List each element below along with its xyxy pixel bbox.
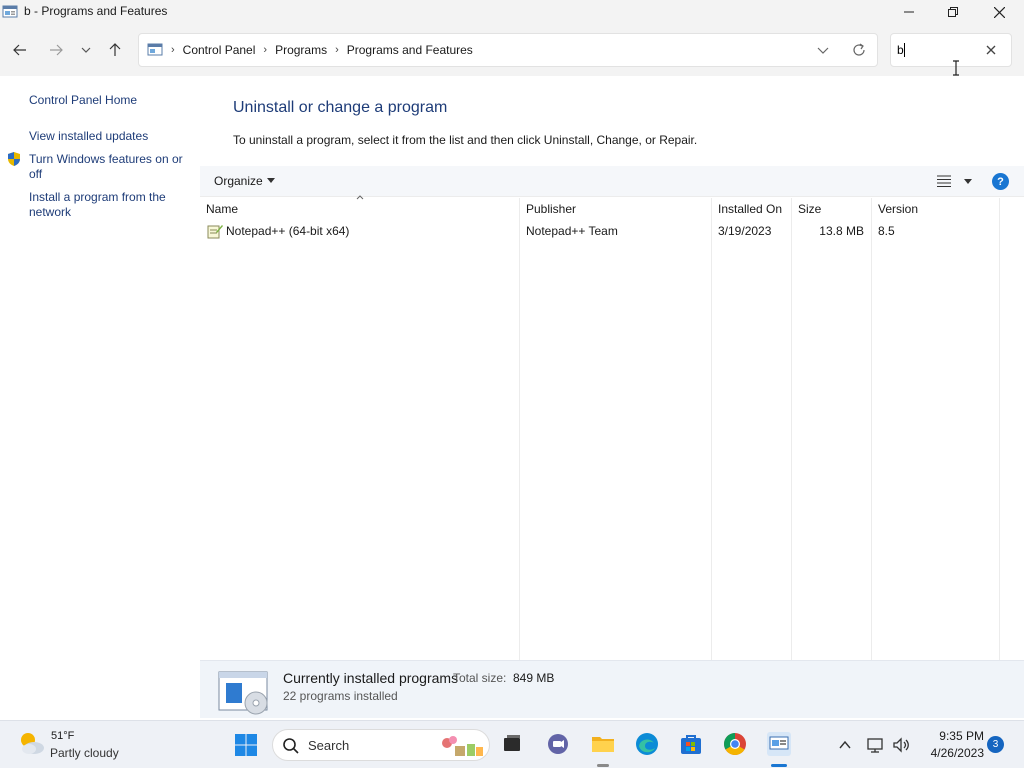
program-name: Notepad++ (64-bit x64) bbox=[226, 224, 350, 238]
search-icon bbox=[283, 738, 299, 754]
total-size-label: Total size: bbox=[453, 671, 507, 685]
close-button[interactable] bbox=[976, 0, 1022, 24]
chevron-up-icon[interactable] bbox=[835, 735, 855, 755]
taskbar-search[interactable]: Search bbox=[272, 729, 490, 761]
link-install-from-network[interactable]: Install a program from the network bbox=[29, 190, 189, 220]
installed-programs-icon bbox=[218, 671, 268, 715]
breadcrumb-programs-and-features[interactable]: Programs and Features bbox=[347, 43, 473, 57]
task-view-icon[interactable] bbox=[499, 731, 525, 757]
link-view-installed-updates[interactable]: View installed updates bbox=[29, 129, 189, 144]
notepad-plus-plus-icon bbox=[207, 225, 223, 239]
program-size: 13.8 MB bbox=[819, 224, 864, 238]
tasks-pane: Control Panel Home View installed update… bbox=[0, 76, 200, 718]
column-header-name[interactable]: Name bbox=[206, 202, 238, 216]
up-button[interactable] bbox=[103, 38, 127, 62]
clock-time[interactable]: 9:35 PM bbox=[938, 729, 984, 743]
organize-dropdown-icon[interactable] bbox=[267, 178, 275, 183]
total-size-value: 849 MB bbox=[513, 671, 555, 685]
control-panel-icon[interactable] bbox=[766, 731, 792, 757]
program-publisher: Notepad++ Team bbox=[526, 224, 618, 238]
program-version: 8.5 bbox=[878, 224, 895, 238]
address-bar[interactable]: › Control Panel › Programs › Programs an… bbox=[138, 33, 878, 67]
column-divider bbox=[871, 198, 872, 660]
column-header-version[interactable]: Version bbox=[878, 202, 918, 216]
partly-cloudy-icon[interactable] bbox=[16, 729, 46, 757]
text-caret bbox=[904, 43, 905, 57]
taskbar: 51°F Partly cloudy Search 9:35 PM 4/26/2… bbox=[0, 720, 1024, 768]
weather-condition[interactable]: Partly cloudy bbox=[50, 746, 119, 760]
column-header-publisher[interactable]: Publisher bbox=[526, 202, 576, 216]
active-indicator bbox=[771, 764, 787, 767]
uac-shield-icon bbox=[8, 152, 20, 166]
maximize-icon bbox=[948, 7, 958, 17]
forward-button[interactable] bbox=[44, 38, 68, 62]
chevron-right-icon: › bbox=[171, 44, 175, 56]
control-panel-icon bbox=[147, 43, 163, 56]
volume-icon[interactable] bbox=[891, 735, 911, 755]
command-bar: Organize ? bbox=[200, 166, 1024, 197]
link-turn-windows-features[interactable]: Turn Windows features on or off bbox=[29, 152, 189, 182]
file-explorer-icon[interactable] bbox=[590, 731, 616, 757]
minimize-button[interactable] bbox=[886, 0, 932, 24]
search-value: b bbox=[897, 43, 904, 57]
column-divider bbox=[519, 198, 520, 660]
edge-icon[interactable] bbox=[634, 731, 660, 757]
chevron-down-icon bbox=[81, 47, 91, 53]
breadcrumb: › Control Panel › Programs › Programs an… bbox=[147, 34, 473, 66]
network-icon[interactable] bbox=[866, 735, 886, 755]
window-title: b - Programs and Features bbox=[24, 4, 168, 18]
column-divider bbox=[791, 198, 792, 660]
microsoft-store-icon[interactable] bbox=[678, 731, 704, 757]
breadcrumb-control-panel[interactable]: Control Panel bbox=[183, 43, 256, 57]
arrow-up-icon bbox=[109, 43, 121, 56]
weather-temperature[interactable]: 51°F bbox=[51, 730, 74, 742]
column-header-installed-on[interactable]: Installed On bbox=[718, 202, 782, 216]
help-icon[interactable]: ? bbox=[992, 173, 1009, 190]
text-cursor-icon bbox=[953, 60, 959, 76]
chevron-right-icon: › bbox=[335, 44, 339, 56]
recent-locations-button[interactable] bbox=[74, 38, 98, 62]
view-options-dropdown-icon[interactable] bbox=[964, 179, 972, 184]
link-control-panel-home[interactable]: Control Panel Home bbox=[29, 93, 189, 108]
arrow-right-icon bbox=[50, 44, 63, 56]
program-installed-on: 3/19/2023 bbox=[718, 224, 772, 238]
navigation-bar: › Control Panel › Programs › Programs an… bbox=[0, 24, 1024, 76]
column-divider bbox=[711, 198, 712, 660]
clear-search-icon[interactable] bbox=[983, 42, 999, 58]
start-icon[interactable] bbox=[234, 733, 258, 757]
column-divider bbox=[999, 198, 1000, 660]
main-content: Uninstall or change a program To uninsta… bbox=[200, 76, 1024, 718]
page-title: Uninstall or change a program bbox=[233, 99, 448, 116]
details-title: Currently installed programs bbox=[283, 670, 459, 686]
running-indicator bbox=[597, 764, 609, 767]
chrome-icon[interactable] bbox=[722, 731, 748, 757]
column-header-size[interactable]: Size bbox=[798, 202, 821, 216]
refresh-icon[interactable] bbox=[851, 42, 867, 58]
organize-button[interactable]: Organize bbox=[214, 174, 263, 188]
title-bar: b - Programs and Features bbox=[0, 0, 1024, 24]
maximize-button[interactable] bbox=[930, 0, 976, 24]
view-details-icon[interactable] bbox=[937, 175, 951, 187]
chevron-right-icon: › bbox=[263, 44, 268, 56]
table-row[interactable]: Notepad++ (64-bit x64) Notepad++ Team 3/… bbox=[204, 220, 998, 242]
notification-badge[interactable]: 3 bbox=[987, 736, 1004, 753]
teams-chat-icon[interactable] bbox=[545, 731, 571, 757]
details-pane: Currently installed programs Total size:… bbox=[200, 660, 1024, 718]
minimize-icon bbox=[904, 11, 914, 13]
programs-count: 22 programs installed bbox=[283, 689, 398, 703]
back-button[interactable] bbox=[8, 38, 32, 62]
breadcrumb-programs[interactable]: Programs bbox=[275, 43, 327, 57]
taskbar-search-label: Search bbox=[308, 738, 350, 753]
arrow-left-icon bbox=[13, 44, 26, 56]
clock-date[interactable]: 4/26/2023 bbox=[922, 746, 984, 760]
close-icon bbox=[993, 6, 1005, 18]
control-panel-icon bbox=[2, 5, 18, 18]
sort-ascending-icon bbox=[356, 195, 364, 200]
page-instructions: To uninstall a program, select it from t… bbox=[233, 133, 698, 147]
search-highlight-icon bbox=[442, 736, 483, 756]
address-dropdown-icon[interactable] bbox=[815, 42, 831, 58]
